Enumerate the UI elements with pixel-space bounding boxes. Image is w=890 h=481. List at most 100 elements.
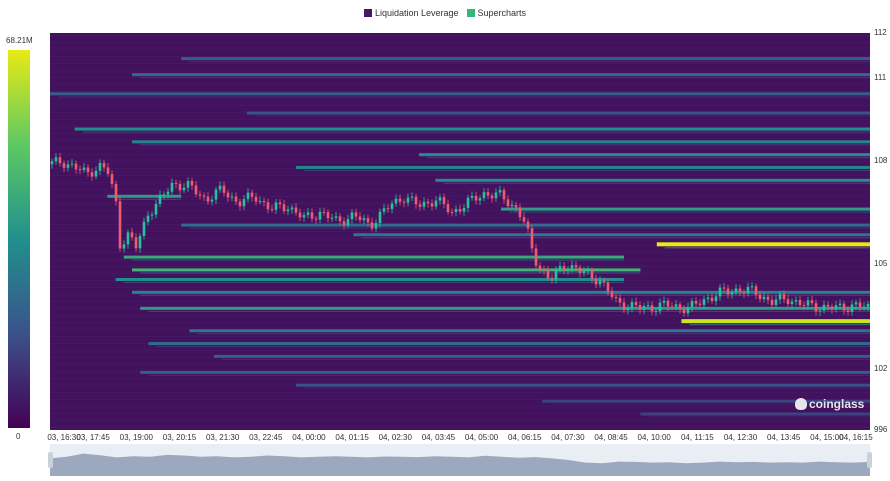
candle-body	[726, 288, 730, 295]
background-stripe	[50, 35, 870, 36]
candle-body	[862, 306, 866, 308]
liquidation-band	[246, 111, 870, 115]
y-tick-label: 102	[874, 364, 888, 374]
candle-body	[698, 303, 702, 305]
range-navigator[interactable]	[48, 444, 872, 476]
x-tick-label: 04, 07:30	[551, 433, 585, 442]
background-stripe	[50, 105, 870, 106]
candle-body	[642, 306, 646, 310]
candle-body	[242, 199, 246, 207]
x-tick-label: 04, 12:30	[723, 433, 758, 442]
candle-body	[54, 157, 58, 162]
background-stripe	[50, 266, 870, 267]
candle-body	[370, 222, 374, 229]
liquidation-band	[214, 354, 870, 358]
candle-body	[586, 270, 590, 272]
candle-body	[170, 182, 174, 192]
candle-body	[574, 265, 578, 268]
plot-area[interactable]	[50, 33, 870, 430]
candle-body	[582, 271, 586, 273]
liquidation-band	[501, 207, 870, 211]
liquidation-band-shadow	[115, 198, 182, 200]
candle-body	[166, 191, 170, 195]
liquidation-band	[148, 342, 870, 346]
heatmap-svg	[50, 35, 870, 428]
candle-body	[650, 305, 654, 312]
candle-body	[486, 192, 490, 196]
candle-body	[306, 212, 310, 215]
background-stripe	[50, 91, 870, 92]
candle-body	[474, 195, 478, 201]
candle-body	[790, 301, 794, 305]
candle-body	[506, 199, 510, 207]
candle-body	[194, 185, 198, 195]
candle-body	[358, 216, 362, 221]
background-stripe	[50, 301, 870, 302]
liquidation-band-shadow	[58, 96, 870, 98]
candle-body	[514, 204, 518, 208]
candle-body	[598, 280, 602, 285]
candle-body	[374, 223, 378, 229]
candle-body	[154, 203, 158, 215]
candle-body	[430, 203, 434, 207]
candle-body	[702, 299, 706, 305]
candle-body	[806, 300, 810, 306]
candle-body	[106, 167, 110, 174]
candle-body	[818, 310, 822, 312]
candle-body	[426, 201, 430, 204]
background-stripe	[50, 378, 870, 379]
candle-body	[442, 197, 446, 205]
candle-body	[758, 294, 762, 300]
candle-body	[178, 183, 182, 191]
background-stripe	[50, 42, 870, 43]
candle-body	[690, 300, 694, 308]
candle-body	[226, 192, 230, 198]
liquidation-band-shadow	[82, 131, 870, 133]
candle-body	[682, 309, 686, 314]
candle-body	[626, 307, 630, 311]
candle-body	[618, 298, 622, 303]
candle-body	[838, 303, 842, 306]
liquidation-band-shadow	[254, 115, 870, 117]
candle-body	[210, 199, 214, 202]
candle-body	[266, 202, 270, 210]
candle-body	[762, 296, 766, 300]
candle-body	[214, 189, 218, 200]
x-tick-label: 04, 08:45	[594, 433, 628, 442]
candle-body	[666, 300, 670, 307]
candle-body	[694, 300, 698, 304]
candle-body	[310, 212, 314, 219]
candle-body	[850, 304, 854, 313]
liquidation-band	[123, 255, 625, 259]
x-tick-label: 03, 21:30	[205, 433, 240, 442]
liquidation-band-shadow	[148, 310, 870, 312]
x-tick-label: 04, 01:15	[335, 433, 369, 442]
candle-body	[318, 211, 322, 220]
navigator-right-handle[interactable]	[867, 452, 872, 468]
legend-item[interactable]: Liquidation Leverage	[363, 8, 459, 18]
candle-body	[634, 302, 638, 306]
candle-body	[606, 282, 610, 292]
liquidation-band	[681, 319, 870, 324]
candle-body	[222, 185, 226, 193]
candle-body	[158, 194, 162, 204]
candle-body	[102, 162, 106, 168]
background-stripe	[50, 336, 870, 337]
candle-body	[502, 189, 506, 200]
candle-body	[562, 266, 566, 271]
liquidation-band-shadow	[148, 374, 870, 376]
candle-body	[530, 228, 534, 249]
candle-body	[454, 208, 458, 212]
y-tick-label: 108	[874, 156, 888, 166]
colorbar-max-label: 68.21M	[6, 36, 33, 45]
legend-item[interactable]: Supercharts	[466, 8, 526, 18]
candle-body	[390, 203, 394, 209]
background-stripe	[50, 252, 870, 253]
candle-body	[822, 304, 826, 311]
navigator-svg	[50, 453, 870, 476]
candle-body	[770, 299, 774, 305]
candle-body	[738, 288, 742, 292]
navigator-left-handle[interactable]	[48, 452, 53, 468]
candle-body	[794, 300, 798, 302]
candle-body	[58, 157, 62, 164]
